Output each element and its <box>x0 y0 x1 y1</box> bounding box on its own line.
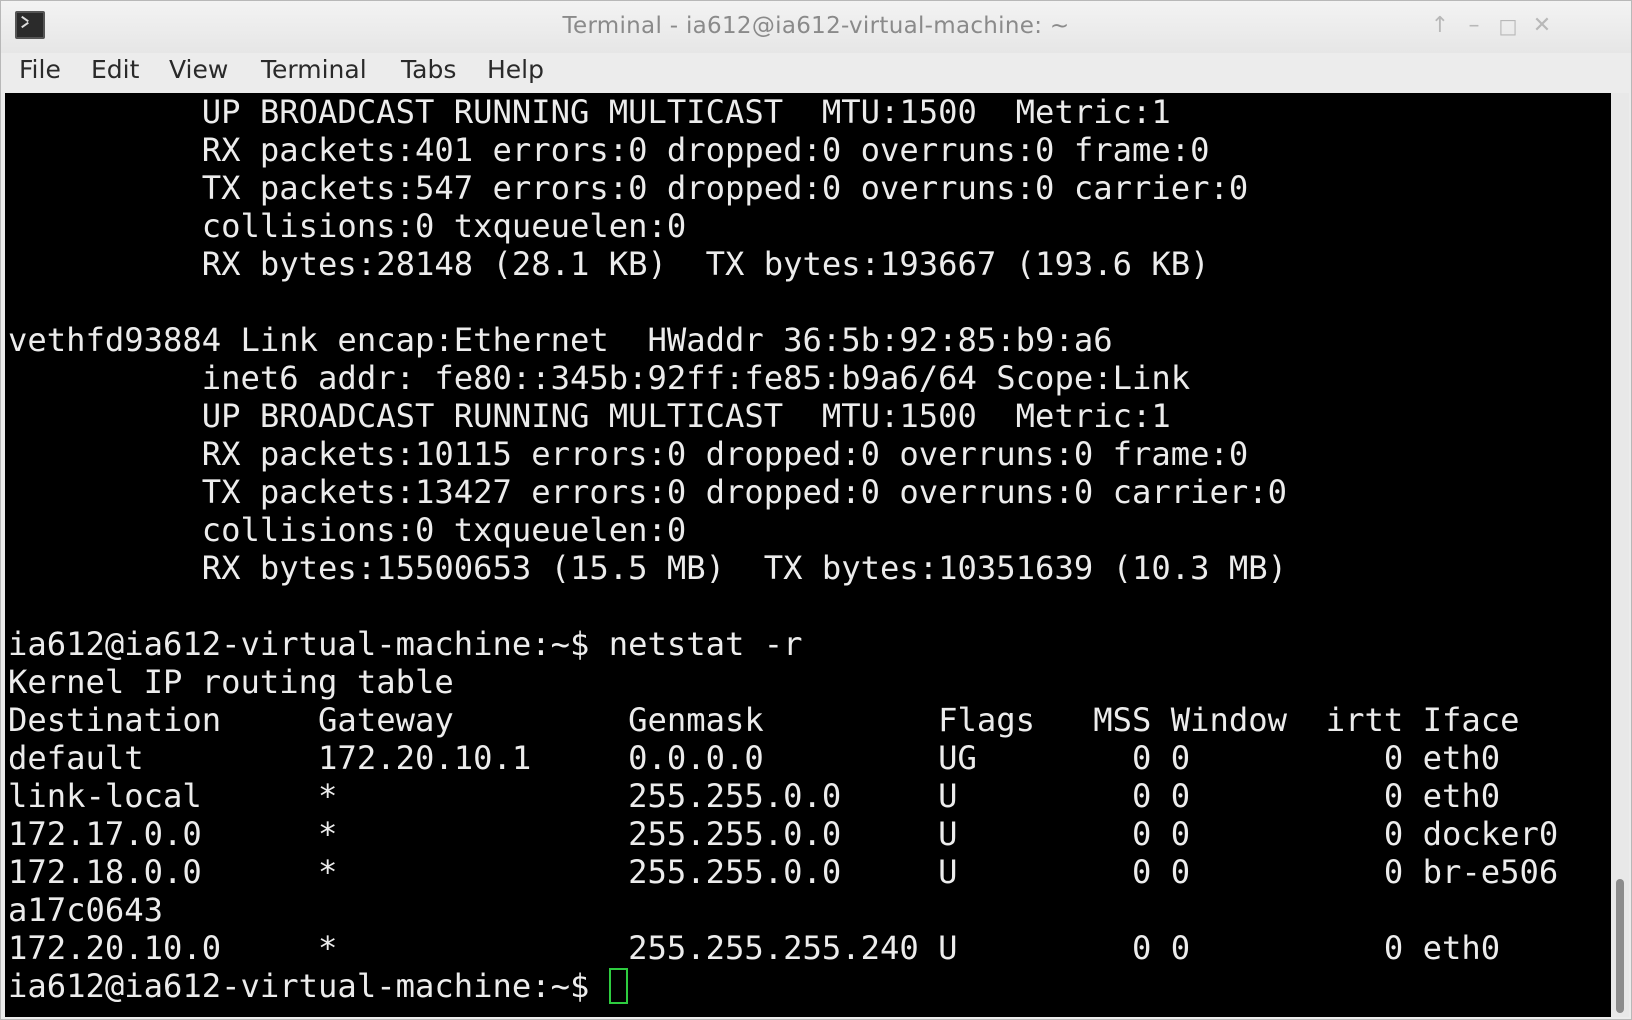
terminal-line: a17c0643 <box>8 891 164 929</box>
terminal-line: collisions:0 txqueuelen:0 <box>8 207 687 245</box>
terminal-line: link-local * 255.255.0.0 U 0 0 0 eth0 <box>8 777 1501 815</box>
terminal-line: vethfd93884 Link encap:Ethernet HWaddr 3… <box>8 321 1113 359</box>
terminal-line: ia612@ia612-virtual-machine:~$ netstat -… <box>8 625 803 663</box>
arrow-up-icon[interactable]: ↑ <box>1427 13 1453 39</box>
terminal-line: RX bytes:28148 (28.1 KB) TX bytes:193667… <box>8 245 1210 283</box>
terminal-line: 172.17.0.0 * 255.255.0.0 U 0 0 0 docker0 <box>8 815 1559 853</box>
minimize-icon[interactable]: – <box>1461 13 1487 39</box>
menu-bar: File Edit View Terminal Tabs Help <box>1 53 1631 93</box>
menu-view[interactable]: View <box>169 53 228 93</box>
terminal-line: 172.20.10.0 * 255.255.255.240 U 0 0 0 et… <box>8 929 1501 967</box>
title-bar[interactable]: Terminal - ia612@ia612-virtual-machine: … <box>1 1 1631 53</box>
terminal-line: Destination Gateway Genmask Flags MSS Wi… <box>8 701 1520 739</box>
prompt-line[interactable]: ia612@ia612-virtual-machine:~$ <box>8 967 1558 1005</box>
terminal-line: TX packets:547 errors:0 dropped:0 overru… <box>8 169 1249 207</box>
terminal-line: collisions:0 txqueuelen:0 <box>8 511 687 549</box>
text-cursor <box>608 968 628 1004</box>
scrollbar-thumb[interactable] <box>1616 879 1624 1013</box>
menu-edit[interactable]: Edit <box>91 53 139 93</box>
window-title: Terminal - ia612@ia612-virtual-machine: … <box>562 13 1070 39</box>
menu-help[interactable]: Help <box>487 53 544 93</box>
prompt-text: ia612@ia612-virtual-machine:~$ <box>8 967 609 1005</box>
terminal-window: Terminal - ia612@ia612-virtual-machine: … <box>0 0 1632 1020</box>
terminal-line: UP BROADCAST RUNNING MULTICAST MTU:1500 … <box>8 397 1171 435</box>
close-icon[interactable]: ✕ <box>1529 13 1555 39</box>
terminal-text: UP BROADCAST RUNNING MULTICAST MTU:1500 … <box>8 93 1558 1005</box>
terminal-line: 172.18.0.0 * 255.255.0.0 U 0 0 0 br-e506 <box>8 853 1559 891</box>
terminal-output[interactable]: UP BROADCAST RUNNING MULTICAST MTU:1500 … <box>5 93 1611 1017</box>
terminal-line: UP BROADCAST RUNNING MULTICAST MTU:1500 … <box>8 93 1171 131</box>
scrollbar[interactable] <box>1611 93 1629 1017</box>
terminal-line: RX bytes:15500653 (15.5 MB) TX bytes:103… <box>8 549 1287 587</box>
terminal-line: TX packets:13427 errors:0 dropped:0 over… <box>8 473 1287 511</box>
terminal-line: Kernel IP routing table <box>8 663 454 701</box>
terminal-line: inet6 addr: fe80::345b:92ff:fe85:b9a6/64… <box>8 359 1191 397</box>
menu-file[interactable]: File <box>19 53 61 93</box>
menu-terminal[interactable]: Terminal <box>261 53 367 93</box>
terminal-line: RX packets:10115 errors:0 dropped:0 over… <box>8 435 1249 473</box>
maximize-icon[interactable]: □ <box>1495 13 1521 39</box>
terminal-line: RX packets:401 errors:0 dropped:0 overru… <box>8 131 1210 169</box>
terminal-line: default 172.20.10.1 0.0.0.0 UG 0 0 0 eth… <box>8 739 1501 777</box>
menu-tabs[interactable]: Tabs <box>401 53 456 93</box>
